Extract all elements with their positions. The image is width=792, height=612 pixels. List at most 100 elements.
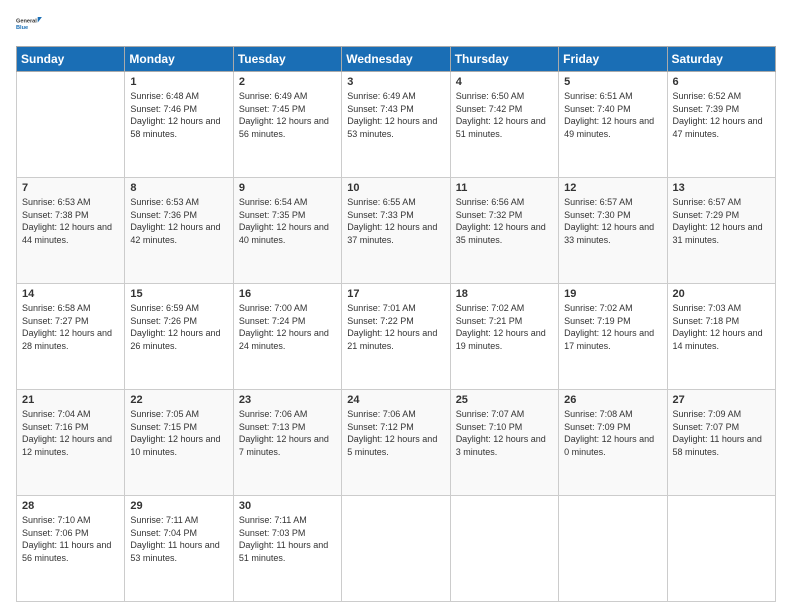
day-number: 19 <box>564 288 661 300</box>
calendar-cell <box>559 496 667 602</box>
day-info: Sunrise: 7:11 AM Sunset: 7:03 PM Dayligh… <box>239 514 336 564</box>
day-number: 3 <box>347 76 444 88</box>
day-info: Sunrise: 6:58 AM Sunset: 7:27 PM Dayligh… <box>22 302 119 352</box>
calendar-cell: 10 Sunrise: 6:55 AM Sunset: 7:33 PM Dayli… <box>342 178 450 284</box>
weekday-saturday: Saturday <box>667 47 775 72</box>
day-info: Sunrise: 6:59 AM Sunset: 7:26 PM Dayligh… <box>130 302 227 352</box>
week-row-1: 7 Sunrise: 6:53 AM Sunset: 7:38 PM Daylig… <box>17 178 776 284</box>
day-info: Sunrise: 6:57 AM Sunset: 7:30 PM Dayligh… <box>564 196 661 246</box>
day-info: Sunrise: 6:56 AM Sunset: 7:32 PM Dayligh… <box>456 196 553 246</box>
calendar-cell: 30 Sunrise: 7:11 AM Sunset: 7:03 PM Dayli… <box>233 496 341 602</box>
week-row-4: 28 Sunrise: 7:10 AM Sunset: 7:06 PM Dayli… <box>17 496 776 602</box>
logo-icon: GeneralBlue <box>16 10 44 38</box>
day-info: Sunrise: 6:53 AM Sunset: 7:38 PM Dayligh… <box>22 196 119 246</box>
day-number: 28 <box>22 500 119 512</box>
calendar-cell: 20 Sunrise: 7:03 AM Sunset: 7:18 PM Dayli… <box>667 284 775 390</box>
day-number: 7 <box>22 182 119 194</box>
day-number: 4 <box>456 76 553 88</box>
day-number: 1 <box>130 76 227 88</box>
day-number: 13 <box>673 182 770 194</box>
weekday-thursday: Thursday <box>450 47 558 72</box>
calendar-cell: 12Sunrise: 6:57 AM Sunset: 7:30 PM Dayli… <box>559 178 667 284</box>
day-info: Sunrise: 7:02 AM Sunset: 7:21 PM Dayligh… <box>456 302 553 352</box>
day-info: Sunrise: 6:54 AM Sunset: 7:35 PM Dayligh… <box>239 196 336 246</box>
day-info: Sunrise: 7:11 AM Sunset: 7:04 PM Dayligh… <box>130 514 227 564</box>
calendar-cell <box>450 496 558 602</box>
logo: GeneralBlue <box>16 10 44 38</box>
day-number: 5 <box>564 76 661 88</box>
day-number: 10 <box>347 182 444 194</box>
day-number: 6 <box>673 76 770 88</box>
day-info: Sunrise: 7:00 AM Sunset: 7:24 PM Dayligh… <box>239 302 336 352</box>
calendar-cell <box>17 72 125 178</box>
weekday-tuesday: Tuesday <box>233 47 341 72</box>
day-info: Sunrise: 6:53 AM Sunset: 7:36 PM Dayligh… <box>130 196 227 246</box>
calendar-cell: 7 Sunrise: 6:53 AM Sunset: 7:38 PM Daylig… <box>17 178 125 284</box>
calendar-table: SundayMondayTuesdayWednesdayThursdayFrid… <box>16 46 776 602</box>
day-number: 26 <box>564 394 661 406</box>
calendar-cell: 23Sunrise: 7:06 AM Sunset: 7:13 PM Dayli… <box>233 390 341 496</box>
calendar-cell: 6 Sunrise: 6:52 AM Sunset: 7:39 PM Daylig… <box>667 72 775 178</box>
weekday-monday: Monday <box>125 47 233 72</box>
day-info: Sunrise: 6:57 AM Sunset: 7:29 PM Dayligh… <box>673 196 770 246</box>
day-number: 17 <box>347 288 444 300</box>
day-number: 11 <box>456 182 553 194</box>
day-number: 15 <box>130 288 227 300</box>
calendar-cell: 13 Sunrise: 6:57 AM Sunset: 7:29 PM Dayli… <box>667 178 775 284</box>
calendar-cell: 3 Sunrise: 6:49 AM Sunset: 7:43 PM Daylig… <box>342 72 450 178</box>
calendar-cell: 4 Sunrise: 6:50 AM Sunset: 7:42 PM Daylig… <box>450 72 558 178</box>
calendar-cell: 2 Sunrise: 6:49 AM Sunset: 7:45 PM Daylig… <box>233 72 341 178</box>
day-number: 20 <box>673 288 770 300</box>
weekday-friday: Friday <box>559 47 667 72</box>
day-number: 2 <box>239 76 336 88</box>
day-info: Sunrise: 6:49 AM Sunset: 7:45 PM Dayligh… <box>239 90 336 140</box>
day-number: 14 <box>22 288 119 300</box>
day-number: 23 <box>239 394 336 406</box>
day-info: Sunrise: 7:01 AM Sunset: 7:22 PM Dayligh… <box>347 302 444 352</box>
day-number: 30 <box>239 500 336 512</box>
calendar-cell: 1 Sunrise: 6:48 AM Sunset: 7:46 PM Daylig… <box>125 72 233 178</box>
calendar-cell: 28 Sunrise: 7:10 AM Sunset: 7:06 PM Dayli… <box>17 496 125 602</box>
calendar-cell: 11 Sunrise: 6:56 AM Sunset: 7:32 PM Dayli… <box>450 178 558 284</box>
calendar-cell: 14 Sunrise: 6:58 AM Sunset: 7:27 PM Dayli… <box>17 284 125 390</box>
day-info: Sunrise: 6:50 AM Sunset: 7:42 PM Dayligh… <box>456 90 553 140</box>
day-info: Sunrise: 7:10 AM Sunset: 7:06 PM Dayligh… <box>22 514 119 564</box>
page: GeneralBlue SundayMondayTuesdayWednesday… <box>0 0 792 612</box>
weekday-sunday: Sunday <box>17 47 125 72</box>
calendar-cell: 15 Sunrise: 6:59 AM Sunset: 7:26 PM Dayli… <box>125 284 233 390</box>
calendar-cell: 24Sunrise: 7:06 AM Sunset: 7:12 PM Dayli… <box>342 390 450 496</box>
day-number: 18 <box>456 288 553 300</box>
day-info: Sunrise: 6:48 AM Sunset: 7:46 PM Dayligh… <box>130 90 227 140</box>
calendar-cell: 9 Sunrise: 6:54 AM Sunset: 7:35 PM Daylig… <box>233 178 341 284</box>
svg-text:General: General <box>16 19 37 25</box>
day-number: 9 <box>239 182 336 194</box>
calendar-cell: 17 Sunrise: 7:01 AM Sunset: 7:22 PM Dayli… <box>342 284 450 390</box>
header: GeneralBlue <box>16 10 776 38</box>
day-info: Sunrise: 6:52 AM Sunset: 7:39 PM Dayligh… <box>673 90 770 140</box>
day-number: 8 <box>130 182 227 194</box>
calendar-cell <box>667 496 775 602</box>
day-info: Sunrise: 6:49 AM Sunset: 7:43 PM Dayligh… <box>347 90 444 140</box>
day-info: Sunrise: 6:51 AM Sunset: 7:40 PM Dayligh… <box>564 90 661 140</box>
day-number: 21 <box>22 394 119 406</box>
calendar-cell: 27Sunrise: 7:09 AM Sunset: 7:07 PM Dayli… <box>667 390 775 496</box>
weekday-header-row: SundayMondayTuesdayWednesdayThursdayFrid… <box>17 47 776 72</box>
day-info: Sunrise: 7:04 AM Sunset: 7:16 PM Dayligh… <box>22 408 119 458</box>
day-number: 22 <box>130 394 227 406</box>
calendar-cell: 5 Sunrise: 6:51 AM Sunset: 7:40 PM Daylig… <box>559 72 667 178</box>
day-info: Sunrise: 7:02 AM Sunset: 7:19 PM Dayligh… <box>564 302 661 352</box>
day-info: Sunrise: 7:03 AM Sunset: 7:18 PM Dayligh… <box>673 302 770 352</box>
calendar-cell: 21 Sunrise: 7:04 AM Sunset: 7:16 PM Dayli… <box>17 390 125 496</box>
calendar-cell <box>342 496 450 602</box>
calendar-cell: 22Sunrise: 7:05 AM Sunset: 7:15 PM Dayli… <box>125 390 233 496</box>
calendar-cell: 8 Sunrise: 6:53 AM Sunset: 7:36 PM Daylig… <box>125 178 233 284</box>
day-info: Sunrise: 7:07 AM Sunset: 7:10 PM Dayligh… <box>456 408 553 458</box>
day-info: Sunrise: 7:06 AM Sunset: 7:12 PM Dayligh… <box>347 408 444 458</box>
calendar-cell: 16Sunrise: 7:00 AM Sunset: 7:24 PM Dayli… <box>233 284 341 390</box>
day-number: 27 <box>673 394 770 406</box>
weekday-wednesday: Wednesday <box>342 47 450 72</box>
calendar-cell: 19 Sunrise: 7:02 AM Sunset: 7:19 PM Dayli… <box>559 284 667 390</box>
week-row-2: 14 Sunrise: 6:58 AM Sunset: 7:27 PM Dayli… <box>17 284 776 390</box>
week-row-3: 21 Sunrise: 7:04 AM Sunset: 7:16 PM Dayli… <box>17 390 776 496</box>
day-info: Sunrise: 6:55 AM Sunset: 7:33 PM Dayligh… <box>347 196 444 246</box>
